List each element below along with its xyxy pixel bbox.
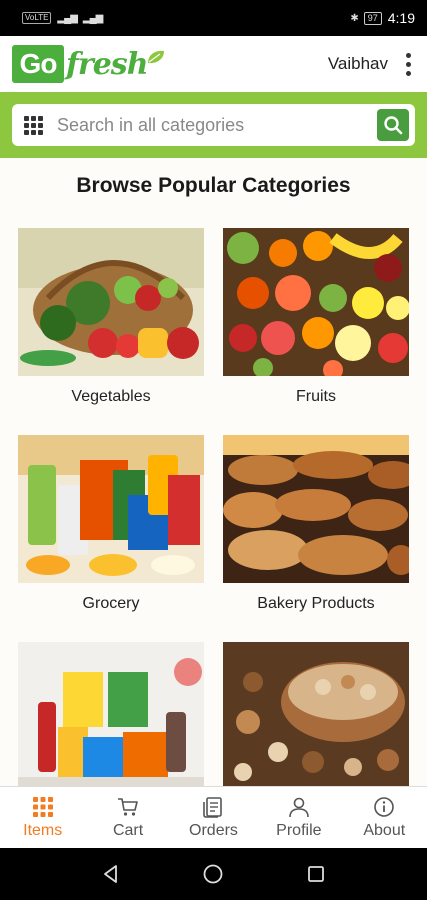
category-label: Vegetables — [71, 388, 151, 405]
nav-items[interactable]: Items — [3, 796, 83, 840]
nav-cart[interactable]: Cart — [88, 796, 168, 840]
bluetooth-icon: ✱ — [350, 12, 358, 24]
recents-icon[interactable] — [306, 864, 326, 884]
category-card-dry-fruits[interactable] — [223, 642, 409, 786]
category-card-vegetables[interactable]: Vegetables — [18, 228, 204, 435]
gofresh-logo[interactable]: Go fresh — [12, 45, 166, 83]
category-grid: Vegetables Fruits Grocery Bakery Product… — [18, 228, 410, 786]
app-header: Go fresh Vaibhav — [0, 36, 427, 92]
nav-profile[interactable]: Profile — [259, 796, 339, 840]
signal-icon-2: ▂▄▆ — [82, 12, 103, 24]
search-icon — [384, 116, 403, 135]
clock: 4:19 — [387, 10, 415, 26]
orders-icon — [203, 797, 223, 818]
username[interactable]: Vaibhav — [328, 54, 388, 74]
battery-icon: 97 — [363, 11, 382, 25]
bottom-navigation: Items Cart Orders Profile About — [0, 786, 427, 849]
status-right: ✱ 97 4:19 — [350, 10, 415, 26]
dry-fruits-image — [223, 642, 409, 786]
profile-icon — [289, 797, 309, 818]
search-band — [0, 92, 427, 158]
cart-icon — [118, 798, 138, 816]
nav-orders[interactable]: Orders — [173, 796, 253, 840]
category-label: Fruits — [296, 388, 336, 405]
category-label: Bakery Products — [257, 595, 375, 612]
status-bar: VoLTE ▂▄▆ ▂▄▆ ✱ 97 4:19 — [0, 0, 427, 36]
leaf-icon — [147, 50, 164, 64]
category-card-grocery[interactable]: Grocery — [18, 435, 204, 642]
nav-label: Items — [23, 822, 63, 839]
category-card-fruits[interactable]: Fruits — [223, 228, 409, 435]
overflow-menu-icon[interactable] — [402, 49, 415, 80]
user-area: Vaibhav — [328, 49, 415, 80]
nav-label: Cart — [112, 822, 144, 839]
nav-label: About — [363, 822, 406, 839]
status-left: VoLTE ▂▄▆ ▂▄▆ — [22, 12, 103, 24]
volte-badge: VoLTE — [22, 12, 52, 24]
nav-about[interactable]: About — [344, 796, 424, 840]
vegetables-image — [18, 228, 204, 376]
logo-fresh-text: fresh — [66, 46, 148, 82]
system-navigation-bar — [0, 848, 427, 900]
search-input[interactable] — [55, 113, 377, 137]
nav-label: Profile — [276, 822, 322, 839]
packaged-foods-image — [18, 642, 204, 786]
categories-grid-icon[interactable] — [24, 115, 43, 135]
category-label: Grocery — [82, 595, 140, 612]
category-card-bakery[interactable]: Bakery Products — [223, 435, 409, 642]
logo-go-mark: Go — [12, 45, 64, 83]
back-icon[interactable] — [101, 864, 121, 884]
search-box — [12, 104, 415, 146]
bakery-image — [223, 435, 409, 583]
main-content: Browse Popular Categories Vegetables Fru… — [0, 158, 427, 786]
fruits-image — [223, 228, 409, 376]
search-button[interactable] — [377, 109, 409, 141]
signal-icon: ▂▄▆ — [57, 12, 77, 24]
home-icon[interactable] — [202, 863, 224, 885]
grid-icon — [32, 797, 53, 817]
grocery-image — [18, 435, 204, 583]
nav-label: Orders — [189, 822, 238, 839]
info-icon — [374, 797, 395, 817]
section-title: Browse Popular Categories — [76, 174, 351, 197]
category-card-packaged[interactable] — [18, 642, 204, 786]
